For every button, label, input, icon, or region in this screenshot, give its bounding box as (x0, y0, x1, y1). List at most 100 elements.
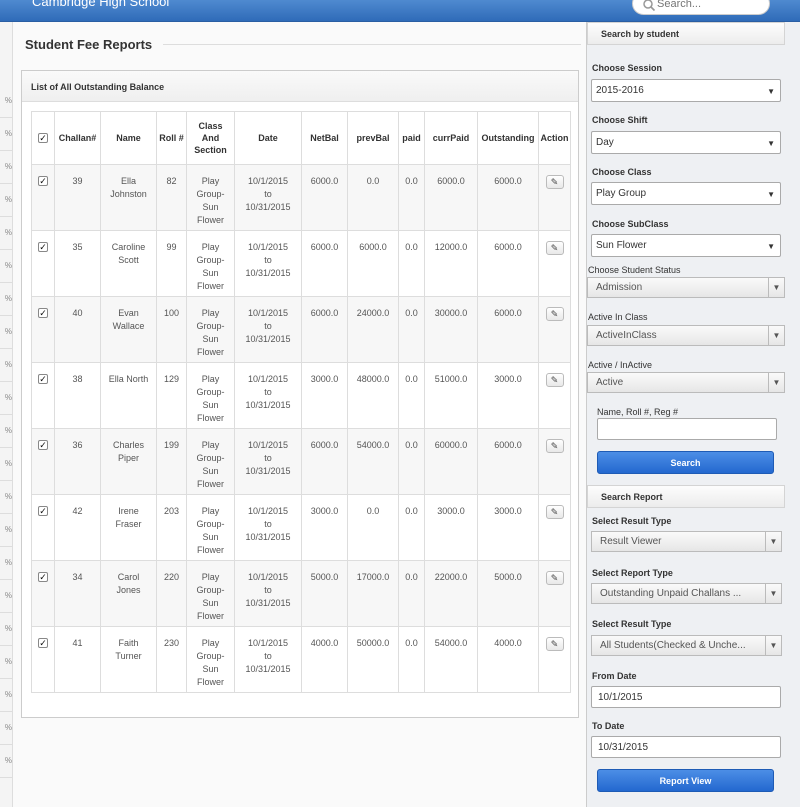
action-cell: ✎ (538, 296, 571, 363)
edit-icon[interactable]: ✎ (545, 637, 564, 651)
session-select[interactable]: 2015-2016 ▼ (591, 79, 781, 102)
outstanding-balance-table: ✓ Challan# Name Roll # Class And Section… (31, 111, 571, 693)
row-checkbox[interactable]: ✓ (38, 176, 48, 186)
left-strip-item[interactable]: % (0, 118, 12, 151)
cell-name: Ella North (100, 362, 157, 429)
subclass-select[interactable]: Sun Flower ▼ (591, 234, 781, 257)
action-cell: ✎ (538, 362, 571, 429)
cell-class-section: Play Group-Sun Flower (186, 626, 235, 693)
select-all-checkbox[interactable]: ✓ (38, 133, 48, 143)
header-name[interactable]: Name (100, 111, 157, 165)
row-checkbox[interactable]: ✓ (38, 308, 48, 318)
dropdown-arrow-icon: ▼ (768, 278, 784, 297)
result-type2-select[interactable]: All Students(Checked & Unche... ▼ (591, 635, 782, 656)
left-strip-item[interactable]: % (0, 646, 12, 679)
edit-icon[interactable]: ✎ (545, 373, 564, 387)
row-checkbox[interactable]: ✓ (38, 572, 48, 582)
left-strip-item[interactable]: % (0, 547, 12, 580)
outstanding-balance-panel: List of All Outstanding Balance ✓ Challa… (21, 70, 579, 718)
edit-icon[interactable]: ✎ (545, 505, 564, 519)
cell-roll: 199 (156, 428, 187, 495)
row-checkbox[interactable]: ✓ (38, 638, 48, 648)
left-strip-item[interactable]: % (0, 514, 12, 547)
header-date[interactable]: Date (234, 111, 302, 165)
edit-icon[interactable]: ✎ (545, 571, 564, 585)
cell-currpaid: 3000.0 (424, 494, 478, 561)
shift-select[interactable]: Day ▼ (591, 131, 781, 154)
search-button[interactable]: Search (597, 451, 774, 474)
name-search-input[interactable] (597, 418, 777, 440)
row-checkbox[interactable]: ✓ (38, 440, 48, 450)
select-all-header[interactable]: ✓ (31, 111, 55, 165)
header-prevbal[interactable]: prevBal (347, 111, 399, 165)
cell-prevbal: 0.0 (347, 494, 399, 561)
edit-icon[interactable]: ✎ (545, 307, 564, 321)
left-sidebar-collapsed: %%%%%%%%%%%%%%%%%%%%% (0, 22, 13, 807)
header-challan[interactable]: Challan# (54, 111, 101, 165)
row-checkbox[interactable]: ✓ (38, 374, 48, 384)
edit-icon[interactable]: ✎ (545, 175, 564, 189)
left-strip-item[interactable]: % (0, 580, 12, 613)
left-strip-item[interactable]: % (0, 85, 12, 118)
edit-icon[interactable]: ✎ (545, 241, 564, 255)
left-strip-item[interactable]: % (0, 745, 12, 778)
header-netbal[interactable]: NetBal (301, 111, 348, 165)
cell-currpaid: 12000.0 (424, 230, 478, 297)
result-type-select[interactable]: Result Viewer ▼ (591, 531, 782, 552)
left-strip-item[interactable]: % (0, 481, 12, 514)
header-class-section[interactable]: Class And Section (186, 111, 235, 165)
action-cell: ✎ (538, 494, 571, 561)
left-strip-item[interactable]: % (0, 316, 12, 349)
cell-netbal: 6000.0 (301, 296, 348, 363)
cell-class-section: Play Group-Sun Flower (186, 296, 235, 363)
report-type-select[interactable]: Outstanding Unpaid Challans ... ▼ (591, 583, 782, 604)
left-strip-item[interactable]: % (0, 679, 12, 712)
cell-currpaid: 54000.0 (424, 626, 478, 693)
header-paid[interactable]: paid (398, 111, 425, 165)
app-title[interactable]: Cambridge High School (32, 0, 169, 9)
header-outstanding[interactable]: Outstanding (477, 111, 539, 165)
cell-netbal: 6000.0 (301, 428, 348, 495)
left-strip-item[interactable]: % (0, 382, 12, 415)
class-select[interactable]: Play Group ▼ (591, 182, 781, 205)
left-strip-item[interactable]: % (0, 349, 12, 382)
table-row: ✓ 41 Faith Turner 230 Play Group-Sun Flower 1… (31, 626, 571, 693)
row-checkbox[interactable]: ✓ (38, 242, 48, 252)
left-strip-item[interactable]: % (0, 217, 12, 250)
action-cell: ✎ (538, 164, 571, 231)
left-strip-item[interactable]: % (0, 613, 12, 646)
dropdown-arrow-icon: ▼ (765, 636, 781, 655)
student-status-select[interactable]: Admission ▼ (587, 277, 785, 298)
shift-select-value: Day (596, 137, 614, 148)
row-checkbox[interactable]: ✓ (38, 506, 48, 516)
left-strip-item[interactable]: % (0, 712, 12, 745)
action-cell: ✎ (538, 230, 571, 297)
left-strip-item[interactable]: % (0, 283, 12, 316)
active-inactive-label: Active / InActive (588, 360, 653, 370)
cell-prevbal: 54000.0 (347, 428, 399, 495)
cell-outstanding: 6000.0 (477, 230, 539, 297)
cell-prevbal: 48000.0 (347, 362, 399, 429)
active-inactive-select[interactable]: Active ▼ (587, 372, 785, 393)
from-date-input[interactable]: 10/1/2015 (591, 686, 781, 708)
report-view-button[interactable]: Report View (597, 769, 774, 792)
left-strip-item[interactable]: % (0, 250, 12, 283)
header-currpaid[interactable]: currPaid (424, 111, 478, 165)
left-strip-item[interactable]: % (0, 415, 12, 448)
dropdown-arrow-icon: ▼ (768, 373, 784, 392)
cell-paid: 0.0 (398, 560, 425, 627)
left-strip-item[interactable]: % (0, 448, 12, 481)
search-by-student-heading: Search by student (587, 22, 785, 45)
to-date-input[interactable]: 10/31/2015 (591, 736, 781, 758)
header-roll[interactable]: Roll # (156, 111, 187, 165)
left-strip-item[interactable]: % (0, 151, 12, 184)
cell-challan: 41 (54, 626, 101, 693)
left-strip-item[interactable]: % (0, 184, 12, 217)
active-in-class-select[interactable]: ActiveInClass ▼ (587, 325, 785, 346)
top-search-box[interactable] (632, 0, 770, 15)
cell-name: Carol Jones (100, 560, 157, 627)
edit-icon[interactable]: ✎ (545, 439, 564, 453)
top-search-input[interactable] (657, 0, 765, 11)
session-select-value: 2015-2016 (596, 85, 644, 96)
cell-netbal: 3000.0 (301, 494, 348, 561)
